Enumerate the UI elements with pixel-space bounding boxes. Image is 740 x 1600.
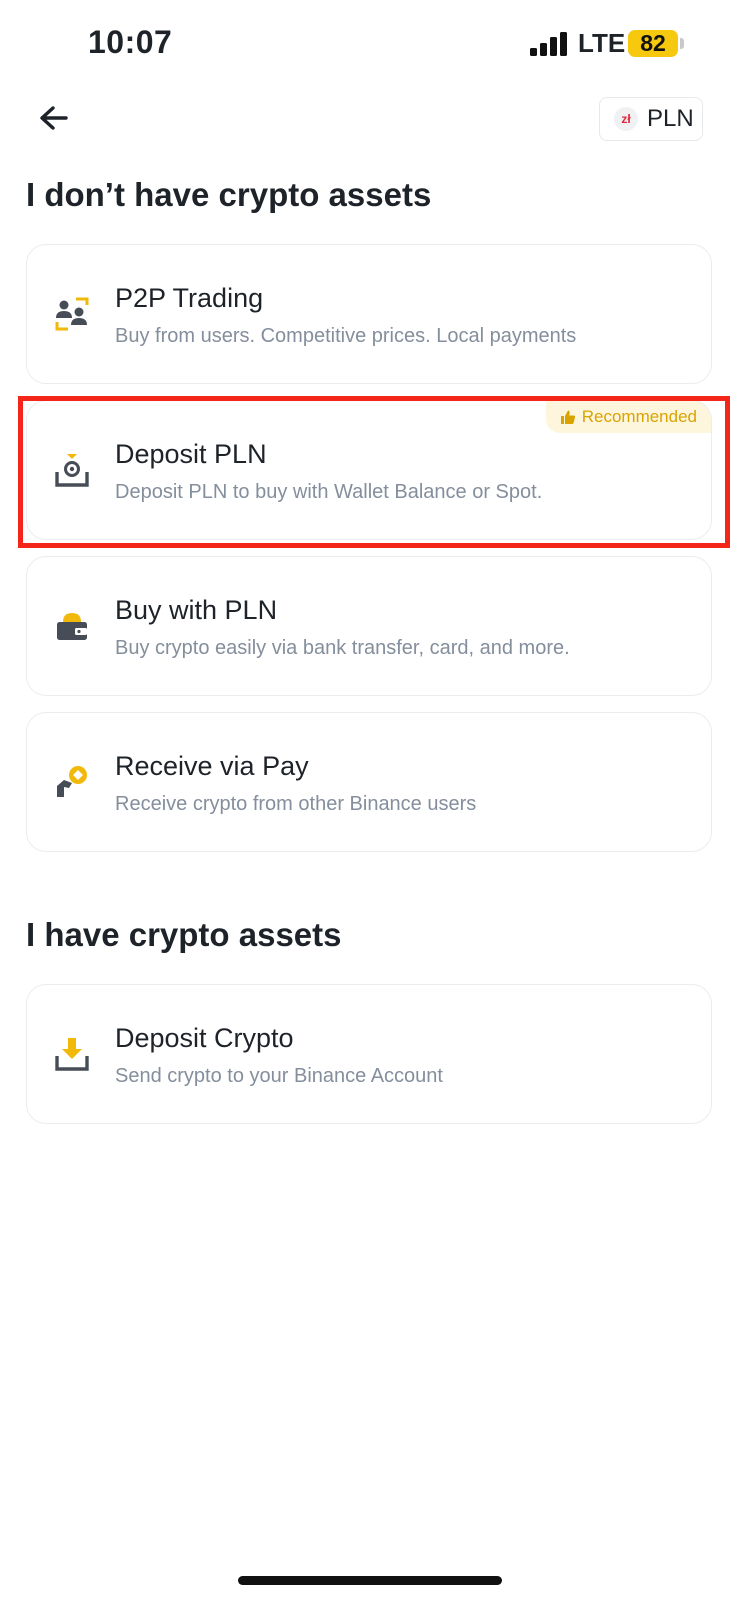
status-time: 10:07 bbox=[88, 24, 173, 60]
home-indicator[interactable] bbox=[238, 1576, 502, 1585]
pay-receive-icon bbox=[57, 766, 87, 797]
option-subtitle: Buy from users. Competitive prices. Loca… bbox=[115, 325, 577, 347]
option-subtitle: Receive crypto from other Binance users bbox=[115, 793, 477, 815]
status-bar: 10:07 LTE 82 bbox=[0, 0, 740, 90]
option-p2p-trading[interactable]: P2P Trading Buy from users. Competitive … bbox=[26, 244, 712, 384]
currency-label: PLN bbox=[647, 105, 694, 132]
network-type: LTE bbox=[578, 28, 626, 58]
option-receive-via-pay[interactable]: Receive via Pay Receive crypto from othe… bbox=[26, 712, 712, 852]
option-title: Buy with PLN bbox=[115, 595, 278, 625]
battery-tip bbox=[680, 38, 684, 49]
arrow-left-icon bbox=[40, 106, 68, 130]
recommended-badge: Recommended bbox=[545, 401, 711, 433]
battery-level: 82 bbox=[640, 30, 666, 56]
option-subtitle: Buy crypto easily via bank transfer, car… bbox=[115, 637, 570, 659]
deposit-fiat-icon bbox=[55, 454, 89, 487]
option-title: Deposit PLN bbox=[115, 439, 267, 469]
option-title: Deposit Crypto bbox=[115, 1023, 294, 1053]
option-deposit-pln[interactable]: Recommended Deposit PLN Deposit PLN to b… bbox=[26, 400, 712, 540]
option-subtitle: Deposit PLN to buy with Wallet Balance o… bbox=[115, 481, 543, 503]
option-subtitle: Send crypto to your Binance Account bbox=[115, 1065, 443, 1087]
deposit-tray-icon bbox=[55, 1038, 89, 1071]
option-buy-with-pln[interactable]: Buy with PLN Buy crypto easily via bank … bbox=[26, 556, 712, 696]
option-deposit-crypto[interactable]: Deposit Crypto Send crypto to your Binan… bbox=[26, 984, 712, 1124]
signal-strength-icon bbox=[530, 32, 567, 56]
option-title: Receive via Pay bbox=[115, 751, 309, 781]
zloty-icon: zł bbox=[614, 107, 638, 131]
back-button[interactable] bbox=[36, 100, 76, 140]
thumbs-up-icon bbox=[560, 410, 575, 424]
option-title: P2P Trading bbox=[115, 283, 264, 313]
section-title-have-crypto: I have crypto assets bbox=[26, 916, 342, 953]
currency-selector-button[interactable]: zł PLN bbox=[599, 97, 703, 141]
wallet-icon bbox=[57, 613, 87, 640]
p2p-users-icon bbox=[55, 297, 89, 331]
section-title-no-crypto: I don’t have crypto assets bbox=[26, 176, 432, 213]
badge-label: Recommended bbox=[581, 407, 697, 426]
battery-icon: 82 bbox=[628, 30, 678, 57]
